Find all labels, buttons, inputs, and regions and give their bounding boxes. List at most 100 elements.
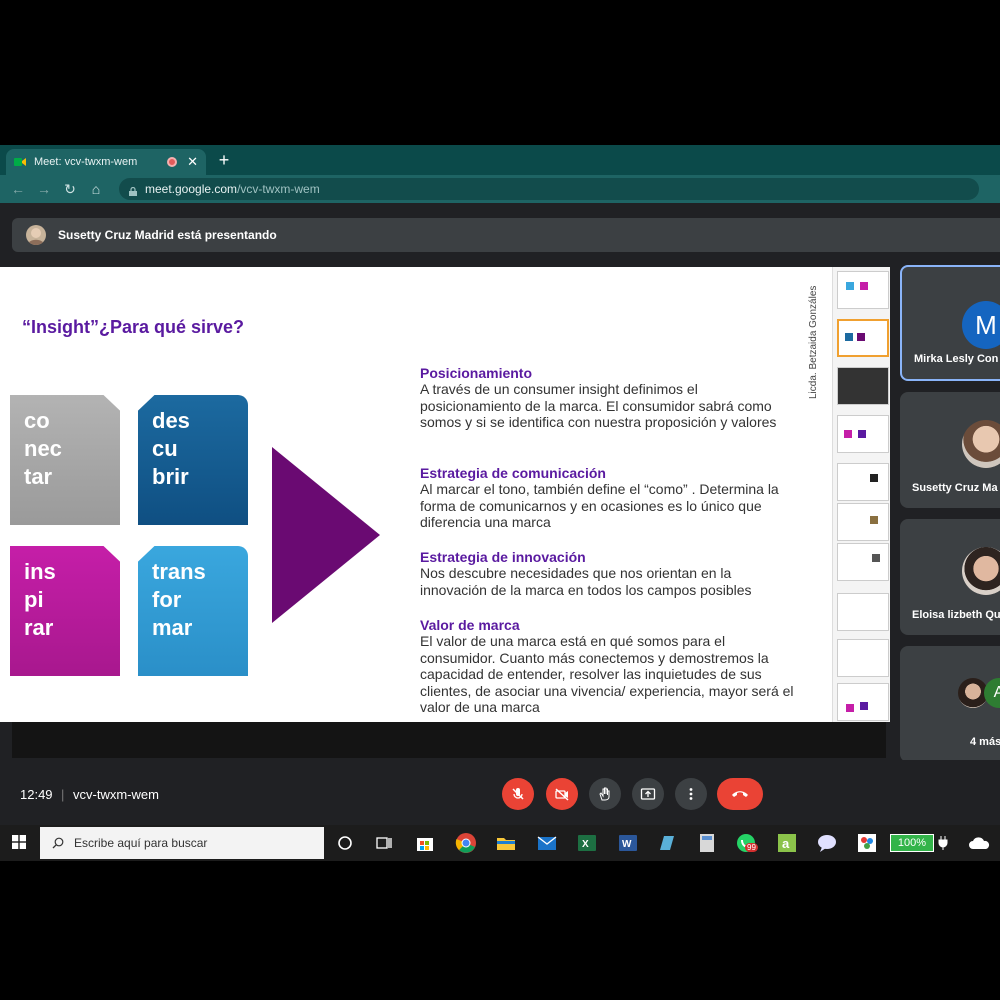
app-a-icon[interactable]: a xyxy=(776,832,798,854)
meet-control-bar: 12:49 | vcv-twxm-wem xyxy=(0,760,1000,825)
address-bar: ← → ↻ ⌂ meet.google.com /vcv-twxm-wem xyxy=(0,175,1000,203)
back-icon[interactable]: ← xyxy=(5,181,31,197)
tile-transformar: trans for mar xyxy=(138,546,248,676)
clock: 12:49 xyxy=(20,787,53,802)
excel-icon[interactable]: X xyxy=(576,832,598,854)
participant-name: Eloisa lizbeth Qu xyxy=(912,609,1000,621)
video-strip xyxy=(12,722,886,758)
participant-name: Mirka Lesly Con xyxy=(914,353,999,365)
paint-icon[interactable] xyxy=(856,832,878,854)
item-text: A través de un consumer insight definimo… xyxy=(420,381,777,430)
participant-tile[interactable]: Eloisa lizbeth Qu xyxy=(900,519,1000,635)
camera-off-button[interactable] xyxy=(546,778,578,810)
slide-title: “Insight”¿Para qué sirve? xyxy=(22,317,245,337)
hand-icon xyxy=(599,787,610,801)
new-tab-button[interactable]: + xyxy=(214,149,234,171)
screen: Meet: vcv-twxm-wem ✕ + ← → ↻ ⌂ meet.goog… xyxy=(0,0,1000,1000)
close-tab-icon[interactable]: ✕ xyxy=(187,154,198,170)
participant-tile-more[interactable]: A 4 más xyxy=(900,646,1000,762)
item-text: Nos descubre necesidades que nos orienta… xyxy=(420,565,752,598)
participant-tile[interactable]: M Mirka Lesly Con xyxy=(900,265,1000,381)
tile-text: brir xyxy=(152,464,189,489)
tile-text: ins xyxy=(24,559,56,584)
item-posicionamiento: Posicionamiento A través de un consumer … xyxy=(420,365,800,431)
mic-off-icon xyxy=(512,788,524,800)
thumbnail[interactable] xyxy=(837,367,889,405)
reload-icon[interactable]: ↻ xyxy=(57,181,83,198)
battery-indicator[interactable]: 100% xyxy=(890,834,934,852)
chrome-icon[interactable] xyxy=(455,832,477,854)
onedrive-cloud-icon[interactable] xyxy=(968,836,990,850)
file-explorer-icon[interactable] xyxy=(495,832,517,854)
present-screen-button[interactable] xyxy=(632,778,664,810)
participant-avatar xyxy=(962,547,1000,595)
item-text: El valor de una marca está en qué somos … xyxy=(420,633,794,715)
tile-text: nec xyxy=(24,436,62,461)
tile-text: mar xyxy=(152,615,193,640)
mic-off-button[interactable] xyxy=(502,778,534,810)
author-label: Licda. Betzaida Gonzáles xyxy=(808,285,819,399)
more-options-button[interactable] xyxy=(675,778,707,810)
more-vert-icon xyxy=(689,788,693,800)
chat-bubble-icon[interactable] xyxy=(816,832,838,854)
whatsapp-badge: 99 xyxy=(745,843,758,852)
tile-descubrir: des cu brir xyxy=(138,395,248,525)
home-icon[interactable]: ⌂ xyxy=(83,181,109,197)
meet-area: Susetty Cruz Madrid está presentando “In… xyxy=(0,203,1000,825)
tile-text: tar xyxy=(24,464,53,489)
item-text: Al marcar el tono, también define el “co… xyxy=(420,481,779,530)
camera-off-icon xyxy=(555,788,569,801)
browser-tab-meet[interactable]: Meet: vcv-twxm-wem ✕ xyxy=(6,149,206,175)
participant-avatar xyxy=(962,420,1000,468)
store-icon[interactable] xyxy=(414,832,436,854)
raise-hand-button[interactable] xyxy=(589,778,621,810)
meeting-code: vcv-twxm-wem xyxy=(73,787,159,802)
thumbnail[interactable] xyxy=(837,639,889,677)
tab-title: Meet: vcv-twxm-wem xyxy=(34,156,138,168)
item-heading: Posicionamiento xyxy=(420,365,533,381)
hang-up-button[interactable] xyxy=(717,778,763,810)
windows-taskbar: Escribe aquí para buscar X W 99 a 100% xyxy=(0,825,1000,861)
hang-up-icon xyxy=(732,791,748,797)
word-icon[interactable]: W xyxy=(617,832,639,854)
thumbnail[interactable] xyxy=(837,503,889,541)
tile-text: pi xyxy=(24,587,44,612)
thumbnail[interactable] xyxy=(837,683,889,721)
tile-text: des xyxy=(152,408,190,433)
presenter-avatar xyxy=(26,225,46,245)
thumbnail[interactable] xyxy=(837,415,889,453)
presentation-slide: “Insight”¿Para qué sirve? co nec tar des… xyxy=(0,267,890,722)
tile-text: co xyxy=(24,408,50,433)
slide-thumbnails xyxy=(832,267,890,722)
taskbar-search[interactable]: Escribe aquí para buscar xyxy=(40,827,324,859)
play-arrow-shape xyxy=(272,447,380,623)
separator: | xyxy=(61,787,65,802)
thumbnail[interactable] xyxy=(837,593,889,631)
browser-tab-bar: Meet: vcv-twxm-wem ✕ + xyxy=(0,145,1000,175)
cortana-icon[interactable] xyxy=(334,832,356,854)
participant-tile[interactable]: Susetty Cruz Ma xyxy=(900,392,1000,508)
item-valor-marca: Valor de marca El valor de una marca est… xyxy=(420,617,800,716)
forward-icon[interactable]: → xyxy=(31,181,57,197)
calculator-icon[interactable] xyxy=(696,832,718,854)
thumbnail[interactable] xyxy=(837,463,889,501)
item-comunicacion: Estrategia de comunicación Al marcar el … xyxy=(420,465,800,531)
tile-conectar: co nec tar xyxy=(10,395,120,525)
thumbnail[interactable] xyxy=(837,543,889,581)
windows-start-icon[interactable] xyxy=(12,835,26,849)
thumbnail[interactable] xyxy=(837,271,889,309)
whatsapp-button[interactable]: 99 xyxy=(735,832,758,854)
search-icon xyxy=(52,837,64,849)
task-view-icon[interactable] xyxy=(373,832,395,854)
mail-icon[interactable] xyxy=(536,832,558,854)
notes-app-icon[interactable] xyxy=(656,832,678,854)
url-field[interactable]: meet.google.com /vcv-twxm-wem xyxy=(119,178,979,200)
item-heading: Estrategia de comunicación xyxy=(420,465,606,481)
power-plug-icon xyxy=(938,836,948,850)
url-host: meet.google.com xyxy=(145,182,238,196)
present-icon xyxy=(640,788,656,800)
tile-text: for xyxy=(152,587,182,612)
svg-text:X: X xyxy=(582,839,589,850)
thumbnail-active[interactable] xyxy=(837,319,889,357)
lock-icon xyxy=(129,185,137,196)
